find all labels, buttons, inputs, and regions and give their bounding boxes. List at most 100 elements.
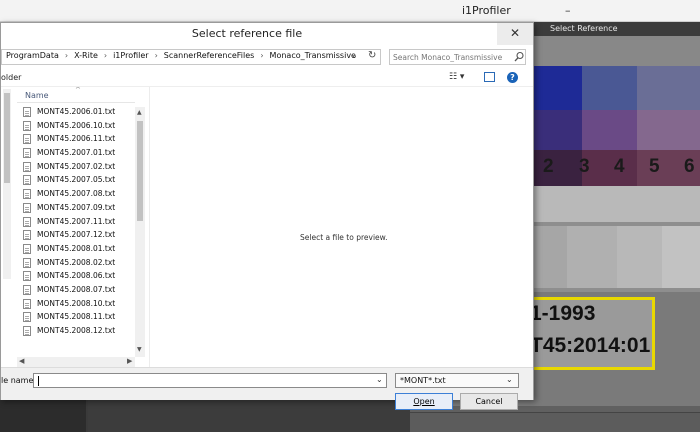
list-item[interactable]: MONT45.2008.11.txt bbox=[21, 310, 137, 324]
chevron-down-icon[interactable]: ⌄ bbox=[351, 51, 358, 60]
scroll-down-arrow-icon[interactable]: ▼ bbox=[137, 346, 142, 353]
file-name: MONT45.2008.11.txt bbox=[37, 312, 116, 322]
app-lower-left-panel bbox=[0, 400, 86, 432]
open-button[interactable]: Open bbox=[395, 393, 453, 410]
chevron-right-icon: › bbox=[154, 51, 158, 60]
text-file-icon bbox=[23, 326, 31, 336]
breadcrumb-item[interactable]: i1Profiler bbox=[113, 51, 148, 60]
list-item[interactable]: MONT45.2006.01.txt bbox=[21, 105, 137, 119]
text-file-icon bbox=[23, 271, 31, 282]
list-item[interactable]: MONT45.2008.12.txt bbox=[21, 324, 137, 338]
file-rows: MONT45.2006.01.txt MONT45.2006.10.txt MO… bbox=[21, 105, 137, 338]
swatch bbox=[582, 150, 637, 186]
app-bottom-strip bbox=[410, 412, 700, 432]
list-item[interactable]: MONT45.2007.09.txt bbox=[21, 201, 137, 215]
text-file-icon bbox=[23, 107, 31, 117]
new-folder-button[interactable]: older bbox=[1, 73, 21, 82]
file-name: MONT45.2007.02.txt bbox=[37, 161, 116, 171]
preview-pane: Select a file to preview. bbox=[149, 87, 533, 367]
swatch bbox=[582, 66, 637, 110]
preview-pane-icon[interactable] bbox=[484, 72, 495, 82]
scroll-right-arrow-icon[interactable]: ▶ bbox=[127, 357, 132, 365]
gray-cell bbox=[662, 226, 700, 288]
close-button[interactable]: ✕ bbox=[497, 23, 533, 45]
breadcrumb: ProgramData › X-Rite › i1Profiler › ScannerRef… bbox=[6, 51, 356, 60]
text-file-icon bbox=[23, 257, 31, 268]
search-box[interactable] bbox=[389, 49, 526, 65]
file-name: MONT45.2006.11.txt bbox=[37, 134, 116, 144]
list-item[interactable]: MONT45.2007.05.txt bbox=[21, 173, 137, 187]
text-file-icon bbox=[23, 243, 31, 254]
select-reference-file-dialog: Select reference file ✕ ProgramData › X-Ri… bbox=[0, 22, 534, 410]
file-list-scroll-thumb[interactable] bbox=[137, 121, 143, 221]
file-name: MONT45.2007.05.txt bbox=[37, 175, 116, 185]
search-input[interactable] bbox=[393, 51, 511, 63]
file-name: MONT45.2007.09.txt bbox=[37, 202, 116, 212]
file-name: MONT45.2007.11.txt bbox=[37, 216, 116, 226]
file-name-input[interactable]: ⌄ bbox=[33, 373, 387, 388]
help-icon[interactable]: ? bbox=[507, 72, 518, 83]
file-name: MONT45.2008.02.txt bbox=[37, 257, 116, 267]
text-file-icon bbox=[23, 230, 31, 241]
preview-message: Select a file to preview. bbox=[300, 233, 388, 242]
breadcrumb-item[interactable]: ScannerReferenceFiles bbox=[164, 51, 255, 60]
list-item[interactable]: MONT45.2007.01.txt bbox=[21, 146, 137, 160]
scroll-left-arrow-icon[interactable]: ◀ bbox=[19, 357, 24, 365]
swatch bbox=[527, 150, 582, 186]
text-file-icon bbox=[23, 284, 31, 295]
cancel-button[interactable]: Cancel bbox=[460, 393, 518, 410]
swatch bbox=[527, 66, 582, 110]
dialog-footer: le name: ⌄ *MONT*.txt ⌄ Open Cancel bbox=[1, 367, 533, 410]
scroll-up-arrow-icon[interactable]: ▲ bbox=[137, 109, 142, 116]
file-name: MONT45.2006.10.txt bbox=[37, 120, 116, 130]
minimize-button[interactable]: – bbox=[565, 4, 571, 17]
refresh-icon[interactable]: ↻ bbox=[368, 50, 376, 61]
view-options-icon[interactable]: ☷ ▾ bbox=[449, 72, 471, 84]
list-item[interactable]: MONT45.2008.01.txt bbox=[21, 242, 137, 256]
text-file-icon bbox=[23, 148, 31, 159]
chevron-down-icon[interactable]: ⌄ bbox=[506, 375, 513, 384]
file-list-horizontal-scrollbar[interactable] bbox=[17, 357, 135, 367]
list-item[interactable]: MONT45.2008.10.txt bbox=[21, 297, 137, 311]
target-number: 4 bbox=[614, 156, 625, 177]
open-button-label: Open bbox=[413, 397, 435, 406]
chevron-down-icon[interactable]: ⌄ bbox=[376, 375, 383, 384]
list-item[interactable]: MONT45.2008.02.txt bbox=[21, 256, 137, 270]
text-file-icon bbox=[23, 161, 31, 172]
gray-cell bbox=[617, 226, 662, 288]
target-number: 2 bbox=[543, 156, 554, 177]
text-caret bbox=[38, 376, 39, 386]
select-reference-title: Select Reference bbox=[550, 24, 618, 33]
search-icon[interactable] bbox=[514, 51, 524, 63]
list-item[interactable]: MONT45.2008.07.txt bbox=[21, 283, 137, 297]
file-name: MONT45.2007.08.txt bbox=[37, 189, 116, 199]
breadcrumb-item[interactable]: Monaco_Transmissive bbox=[270, 51, 356, 60]
list-item[interactable]: MONT45.2006.11.txt bbox=[21, 132, 137, 146]
file-name: MONT45.2008.12.txt bbox=[37, 326, 116, 335]
chevron-right-icon: › bbox=[64, 51, 69, 60]
app-title: i1Profiler bbox=[462, 4, 511, 17]
list-item[interactable]: MONT45.2006.10.txt bbox=[21, 119, 137, 133]
toolbar: older ☷ ▾ ? bbox=[1, 69, 533, 87]
address-bar[interactable]: ProgramData › X-Rite › i1Profiler › ScannerRef… bbox=[1, 49, 381, 65]
list-item[interactable]: MONT45.2007.08.txt bbox=[21, 187, 137, 201]
file-type-select[interactable]: *MONT*.txt ⌄ bbox=[395, 373, 519, 388]
list-item[interactable]: MONT45.2007.11.txt bbox=[21, 215, 137, 229]
file-name: MONT45.2008.10.txt bbox=[37, 298, 116, 308]
file-name: MONT45.2006.01.txt bbox=[37, 107, 116, 116]
breadcrumb-item[interactable]: ProgramData bbox=[6, 51, 59, 60]
list-item[interactable]: MONT45.2008.06.txt bbox=[21, 269, 137, 283]
breadcrumb-item[interactable]: X-Rite bbox=[74, 51, 98, 60]
navigation-scroll-thumb[interactable] bbox=[4, 93, 10, 183]
column-header-name[interactable]: ^ Name bbox=[17, 87, 135, 103]
file-name: MONT45.2008.06.txt bbox=[37, 271, 116, 281]
list-item[interactable]: MONT45.2007.12.txt bbox=[21, 228, 137, 242]
list-item[interactable]: MONT45.2007.02.txt bbox=[21, 160, 137, 174]
chevron-right-icon: › bbox=[260, 51, 264, 60]
app-lower-panel bbox=[88, 400, 410, 432]
target-number: 6 bbox=[684, 156, 695, 177]
text-file-icon bbox=[23, 175, 31, 186]
text-file-icon bbox=[23, 216, 31, 227]
text-file-icon bbox=[23, 189, 31, 200]
text-file-icon bbox=[23, 312, 31, 323]
